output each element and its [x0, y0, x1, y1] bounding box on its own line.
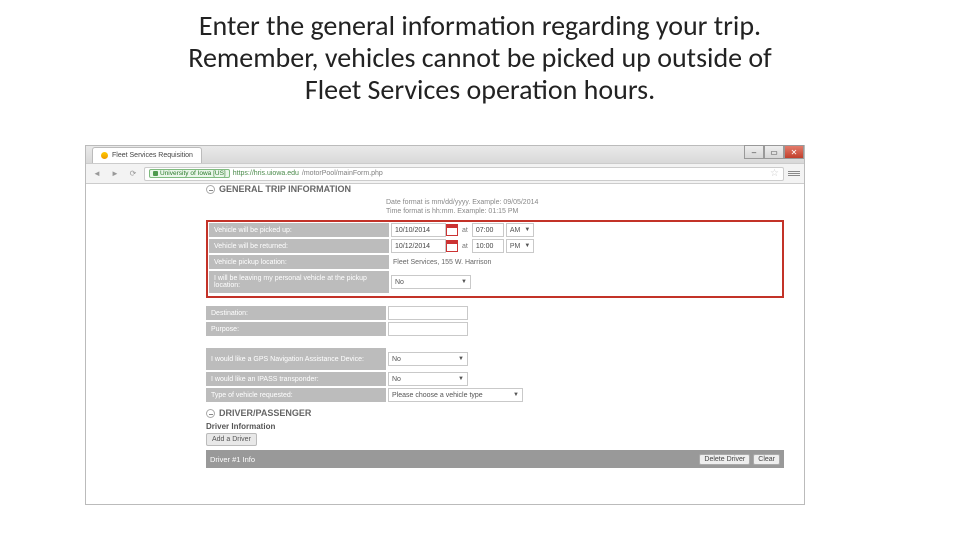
browser-tab[interactable]: Fleet Services Requisition [92, 147, 202, 163]
vehicle-type-row: Type of vehicle requested: Please choose… [206, 388, 784, 402]
destination-input[interactable] [388, 306, 468, 320]
window-controls: – ▭ ✕ [744, 145, 804, 159]
pickup-ampm-select[interactable]: AM▼ [506, 223, 534, 237]
gps-row: I would like a GPS Navigation Assistance… [206, 348, 784, 370]
tab-title: Fleet Services Requisition [112, 152, 193, 159]
ipass-label: I would like an IPASS transponder: [206, 372, 386, 386]
bookmark-icon[interactable]: ☆ [770, 168, 779, 179]
purpose-input[interactable] [388, 322, 468, 336]
forward-button[interactable]: ► [108, 167, 122, 181]
return-time-input[interactable]: 10:00 [472, 239, 504, 253]
add-driver-button[interactable]: Add a Driver [206, 433, 257, 446]
hint-date: Date format is mm/dd/yyyy. Example: 09/0… [386, 198, 784, 207]
back-button[interactable]: ◄ [90, 167, 104, 181]
leaving-row: I will be leaving my personal vehicle at… [209, 271, 781, 293]
calendar-icon[interactable] [446, 240, 458, 252]
page-content: GENERAL TRIP INFORMATION Date format is … [86, 184, 804, 504]
section-general-trip: GENERAL TRIP INFORMATION [206, 184, 784, 194]
pickup-label: Vehicle will be picked up: [209, 223, 389, 237]
section-title-text: GENERAL TRIP INFORMATION [219, 184, 351, 194]
browser-window: Fleet Services Requisition – ▭ ✕ ◄ ► ⟳ U… [85, 145, 805, 505]
format-hints: Date format is mm/dd/yyyy. Example: 09/0… [386, 198, 784, 216]
pickup-date-input[interactable]: 10/10/2014 [391, 223, 446, 237]
favicon-icon [101, 152, 108, 159]
return-date-input[interactable]: 10/12/2014 [391, 239, 446, 253]
driver-info-bar: Driver #1 Info Delete Driver Clear [206, 450, 784, 468]
collapse-icon[interactable] [206, 409, 215, 418]
address-bar[interactable]: University of Iowa [US] https://hris.uio… [144, 167, 784, 181]
close-button[interactable]: ✕ [784, 145, 804, 159]
tab-bar: Fleet Services Requisition – ▭ ✕ [86, 146, 804, 164]
vehicle-type-select[interactable]: Please choose a vehicle type▼ [388, 388, 523, 402]
slide-title: Enter the general information regarding … [0, 0, 960, 113]
pickup-row: Vehicle will be picked up: 10/10/2014 at… [209, 223, 781, 237]
vehicle-type-label: Type of vehicle requested: [206, 388, 386, 402]
hint-time: Time format is hh:mm. Example: 01:15 PM [386, 207, 784, 216]
driver-section-title: DRIVER/PASSENGER [219, 408, 311, 418]
destination-row: Destination: [206, 306, 784, 320]
secure-badge: University of Iowa [US] [149, 169, 230, 178]
ipass-row: I would like an IPASS transponder: No▼ [206, 372, 784, 386]
menu-icon[interactable] [788, 168, 800, 180]
minimize-button[interactable]: – [744, 145, 764, 159]
driver-bar-title: Driver #1 Info [210, 455, 255, 464]
ipass-select[interactable]: No▼ [388, 372, 468, 386]
delete-driver-button[interactable]: Delete Driver [699, 454, 750, 465]
secure-label: University of Iowa [US] [160, 170, 226, 177]
reload-button[interactable]: ⟳ [126, 167, 140, 181]
url-host: https://hris.uiowa.edu [233, 170, 299, 177]
slide-title-line3: Fleet Services operation hours. [305, 72, 655, 107]
return-ampm-select[interactable]: PM▼ [506, 239, 534, 253]
maximize-button[interactable]: ▭ [764, 145, 784, 159]
trip-time-highlight: Vehicle will be picked up: 10/10/2014 at… [206, 220, 784, 298]
slide-title-line2: Remember, vehicles cannot be picked up o… [188, 40, 771, 75]
url-path: /motorPool/mainForm.php [302, 170, 383, 177]
slide-title-line1: Enter the general information regarding … [199, 8, 761, 43]
location-value: Fleet Services, 155 W. Harrison [391, 259, 491, 266]
location-label: Vehicle pickup location: [209, 255, 389, 269]
gps-select[interactable]: No▼ [388, 352, 468, 366]
at-label: at [460, 227, 470, 234]
leaving-select[interactable]: No▼ [391, 275, 471, 289]
section-driver: DRIVER/PASSENGER [206, 408, 784, 418]
nav-bar: ◄ ► ⟳ University of Iowa [US] https://hr… [86, 164, 804, 184]
purpose-label: Purpose: [206, 322, 386, 336]
pickup-time-input[interactable]: 07:00 [472, 223, 504, 237]
at-label: at [460, 243, 470, 250]
driver-info-label: Driver Information [206, 422, 784, 431]
calendar-icon[interactable] [446, 224, 458, 236]
clear-button[interactable]: Clear [753, 454, 780, 465]
form-area: GENERAL TRIP INFORMATION Date format is … [206, 184, 784, 468]
location-row: Vehicle pickup location: Fleet Services,… [209, 255, 781, 269]
lock-icon [153, 171, 158, 176]
return-label: Vehicle will be returned: [209, 239, 389, 253]
destination-label: Destination: [206, 306, 386, 320]
leaving-label: I will be leaving my personal vehicle at… [209, 271, 389, 293]
purpose-row: Purpose: [206, 322, 784, 336]
gps-label: I would like a GPS Navigation Assistance… [206, 348, 386, 370]
collapse-icon[interactable] [206, 185, 215, 194]
return-row: Vehicle will be returned: 10/12/2014 at … [209, 239, 781, 253]
